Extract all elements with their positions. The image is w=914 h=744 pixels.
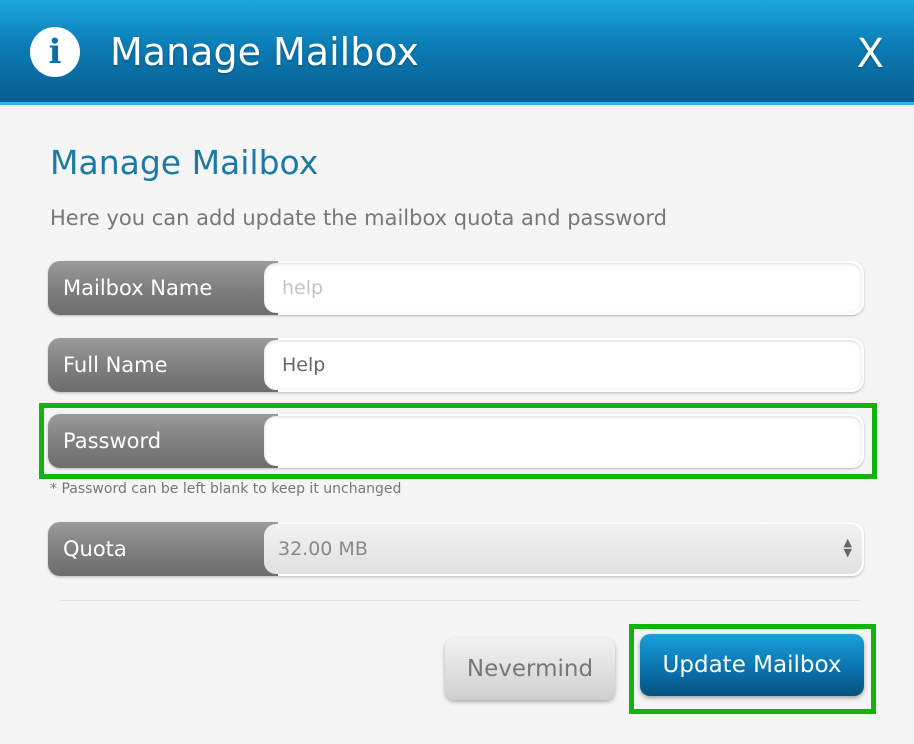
password-label: Password xyxy=(48,414,278,468)
manage-mailbox-dialog: i Manage Mailbox X Manage Mailbox Here y… xyxy=(0,0,914,744)
quota-selected-value: 32.00 MB xyxy=(278,538,368,560)
password-input[interactable] xyxy=(264,416,862,466)
divider xyxy=(60,600,860,601)
update-mailbox-button[interactable]: Update Mailbox xyxy=(640,634,864,696)
full-name-field: Full Name xyxy=(48,338,864,392)
quota-select[interactable]: 32.00 MB ▲ ▼ xyxy=(264,524,862,574)
info-icon: i xyxy=(30,27,80,77)
password-note: * Password can be left blank to keep it … xyxy=(50,481,402,497)
close-button[interactable]: X xyxy=(857,32,884,76)
quota-field: Quota 32.00 MB ▲ ▼ xyxy=(48,522,864,576)
quota-label: Quota xyxy=(48,522,278,576)
dialog-title: Manage Mailbox xyxy=(110,30,419,74)
full-name-label: Full Name xyxy=(48,338,278,392)
mailbox-name-input[interactable] xyxy=(264,263,862,313)
mailbox-name-field: Mailbox Name xyxy=(48,261,864,315)
password-field: Password xyxy=(48,414,864,468)
form-subtitle: Here you can add update the mailbox quot… xyxy=(50,206,667,230)
nevermind-button[interactable]: Nevermind xyxy=(445,638,615,700)
select-updown-icon: ▲ ▼ xyxy=(843,536,852,559)
mailbox-name-label: Mailbox Name xyxy=(48,261,278,315)
dialog-titlebar: i Manage Mailbox X xyxy=(0,0,914,105)
form-heading: Manage Mailbox xyxy=(50,143,319,182)
full-name-input[interactable] xyxy=(264,340,862,390)
